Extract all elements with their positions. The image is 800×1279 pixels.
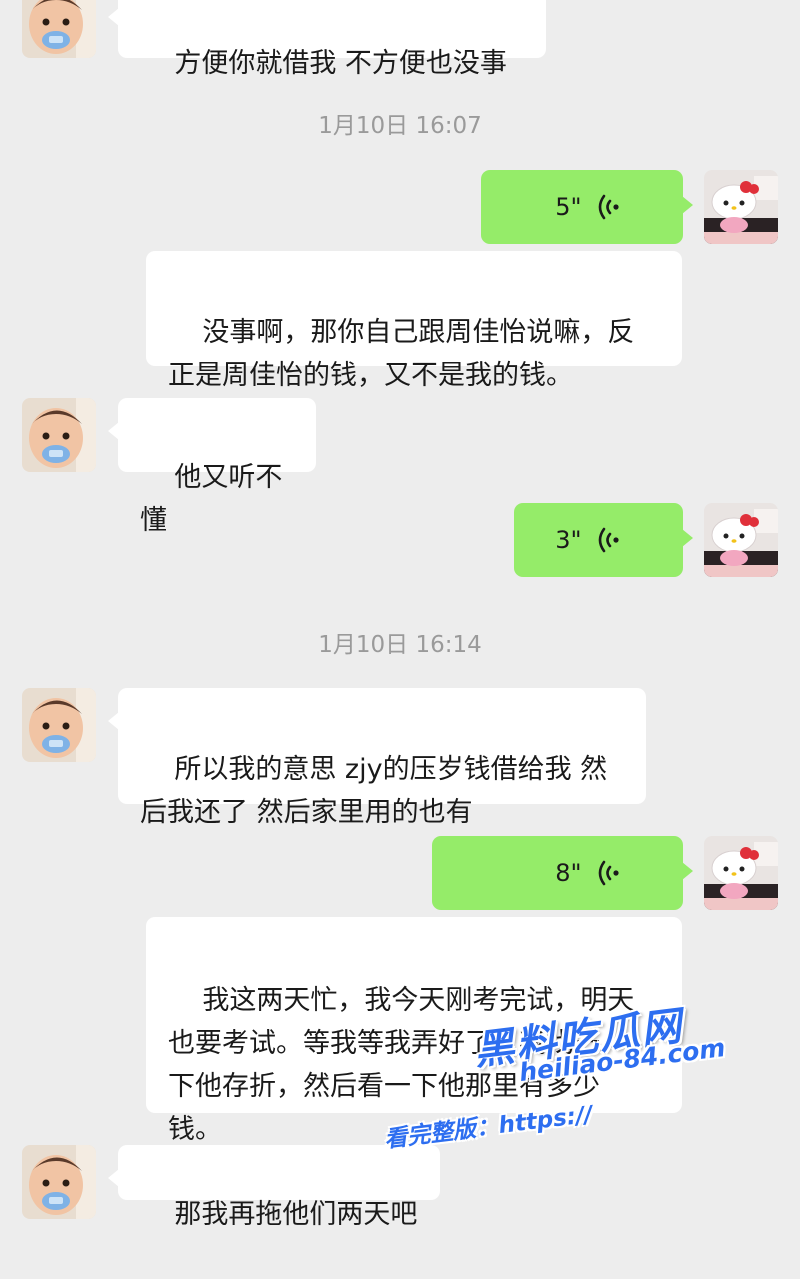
- hello-kitty-avatar-icon: [704, 170, 778, 244]
- voice-duration: 5": [555, 192, 582, 221]
- timestamp: 1月10日 16:07: [318, 113, 482, 139]
- message-text: 那我再拖他们两天吧: [174, 1199, 418, 1230]
- hello-kitty-avatar-icon: [704, 503, 778, 577]
- self-avatar[interactable]: [704, 170, 778, 244]
- message-bubble[interactable]: 他又听不懂: [108, 398, 316, 536]
- voice-message-bubble[interactable]: 8": [432, 836, 693, 910]
- voice-message-bubble[interactable]: 3": [514, 503, 693, 577]
- voice-wave-icon: [598, 440, 650, 640]
- baby-avatar-icon: [22, 0, 96, 58]
- message-bubble[interactable]: 方便你就借我 不方便也没事: [108, 0, 546, 79]
- voice-message-bubble[interactable]: 5": [481, 170, 693, 244]
- self-avatar[interactable]: [704, 503, 778, 577]
- message-bubble[interactable]: 所以我的意思 zjy的压岁钱借给我 然 后我还了 然后家里用的也有: [108, 688, 646, 828]
- self-avatar[interactable]: [704, 836, 778, 910]
- baby-avatar-icon: [22, 1145, 96, 1219]
- voice-transcript-bubble[interactable]: 没事啊，那你自己跟周佳怡说嘛，反 正是周佳怡的钱，又不是我的钱。: [146, 251, 682, 391]
- message-text: 所以我的意思 zjy的压岁钱借给我 然 后我还了 然后家里用的也有: [140, 754, 608, 828]
- transcript-text: 没事啊，那你自己跟周佳怡说嘛，反 正是周佳怡的钱，又不是我的钱。: [168, 317, 635, 391]
- contact-avatar[interactable]: [22, 1145, 96, 1219]
- contact-avatar[interactable]: [22, 398, 96, 472]
- contact-avatar[interactable]: [22, 0, 96, 58]
- transcript-text: 我这两天忙，我今天刚考完试，明天 也要考试。等我等我弄好了，我找一 下他存折，然…: [168, 985, 635, 1145]
- message-bubble[interactable]: 那我再拖他们两天吧: [108, 1145, 440, 1230]
- baby-avatar-icon: [22, 398, 96, 472]
- chat-area: 方便你就借我 不方便也没事 1月10日 16:07 5" 没事啊，那你自己跟周佳…: [0, 0, 800, 1230]
- timestamp: 1月10日 16:14: [318, 632, 482, 658]
- voice-duration: 3": [555, 525, 582, 554]
- voice-duration: 8": [555, 858, 582, 887]
- baby-avatar-icon: [22, 688, 96, 762]
- message-text: 他又听不懂: [140, 462, 283, 536]
- hello-kitty-avatar-icon: [704, 836, 778, 910]
- message-text: 方便你就借我 不方便也没事: [174, 48, 507, 79]
- voice-transcript-bubble[interactable]: 我这两天忙，我今天刚考完试，明天 也要考试。等我等我弄好了，我找一 下他存折，然…: [146, 917, 682, 1145]
- contact-avatar[interactable]: [22, 688, 96, 762]
